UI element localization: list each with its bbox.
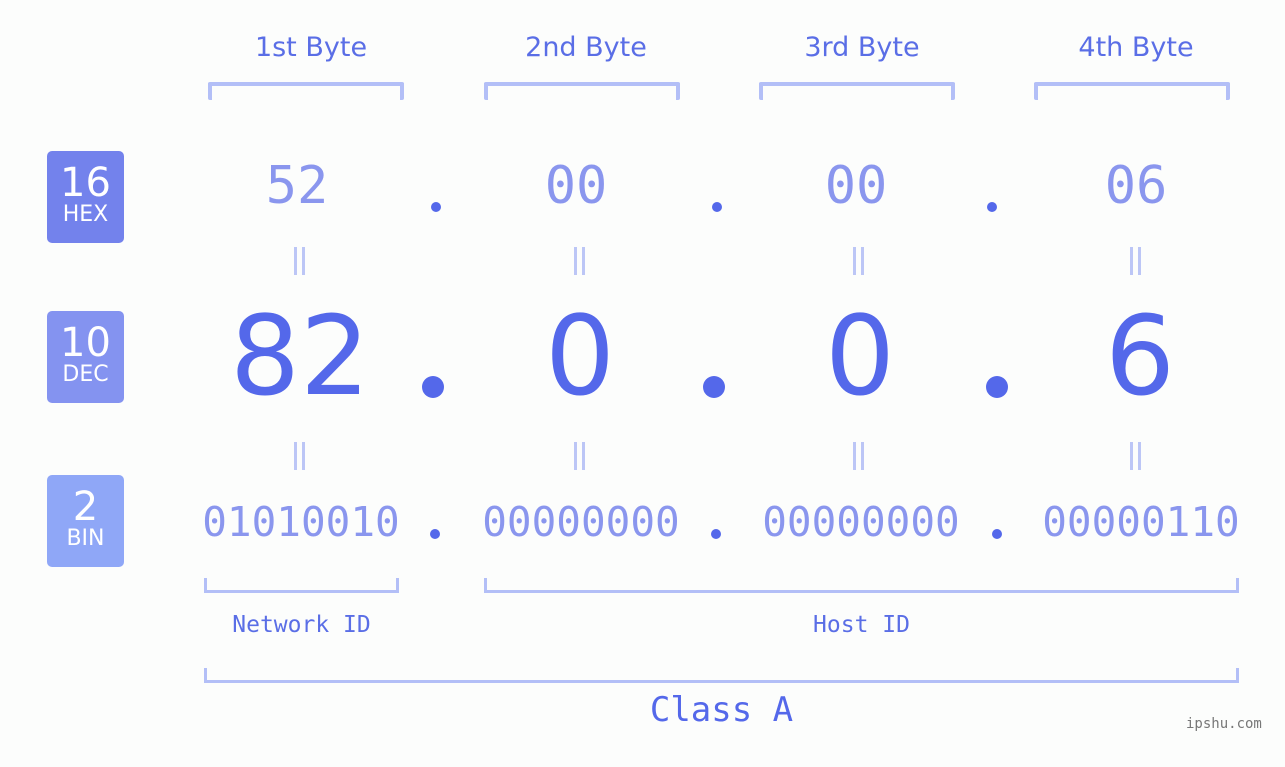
dec-byte-1: 82 (230, 292, 370, 420)
dec-separator-dot (703, 376, 725, 398)
byte-bracket-4 (1034, 82, 1230, 100)
equals-icon (851, 442, 865, 470)
hex-separator-dot (712, 202, 722, 212)
dec-separator-dot (986, 376, 1008, 398)
dec-base-number: 10 (60, 320, 111, 366)
hex-byte-2: 00 (544, 156, 608, 216)
dec-base-label: DEC (62, 362, 109, 387)
hex-byte-1: 52 (265, 156, 329, 216)
dec-separator-dot (422, 376, 444, 398)
equals-icon (572, 442, 586, 470)
hex-byte-3: 00 (824, 156, 888, 216)
equals-icon (292, 442, 306, 470)
equals-icon (292, 247, 306, 275)
byte-header-3: 3rd Byte (804, 32, 920, 63)
equals-icon (1128, 442, 1142, 470)
network-id-bracket (204, 578, 399, 593)
byte-bracket-2 (484, 82, 680, 100)
hex-byte-4: 06 (1104, 156, 1168, 216)
byte-header-1: 1st Byte (254, 32, 368, 63)
bin-separator-dot (992, 529, 1002, 539)
byte-header-4: 4th Byte (1078, 32, 1194, 63)
bin-separator-dot (430, 529, 440, 539)
equals-icon (1128, 247, 1142, 275)
bin-badge: 2 BIN (47, 475, 124, 567)
dec-byte-3: 0 (825, 292, 895, 420)
hex-base-label: HEX (62, 202, 109, 227)
hex-badge: 16 HEX (47, 151, 124, 243)
byte-header-2: 2nd Byte (525, 32, 647, 63)
class-bracket (204, 668, 1239, 683)
dec-byte-2: 0 (545, 292, 615, 420)
host-id-bracket (484, 578, 1239, 593)
bin-separator-dot (711, 529, 721, 539)
bin-byte-3: 00000000 (762, 498, 960, 546)
equals-icon (851, 247, 865, 275)
bin-byte-1: 01010010 (202, 498, 400, 546)
bin-byte-2: 00000000 (482, 498, 680, 546)
hex-separator-dot (431, 202, 441, 212)
hex-base-number: 16 (60, 160, 111, 206)
hex-separator-dot (987, 202, 997, 212)
bin-base-number: 2 (72, 484, 99, 530)
dec-badge: 10 DEC (47, 311, 124, 403)
dec-byte-4: 6 (1105, 292, 1175, 420)
bin-byte-4: 00000110 (1042, 498, 1240, 546)
watermark: ipshu.com (1186, 716, 1262, 732)
host-id-label: Host ID (813, 612, 910, 638)
equals-icon (572, 247, 586, 275)
bin-base-label: BIN (66, 526, 105, 551)
class-label: Class A (649, 690, 794, 730)
network-id-label: Network ID (232, 612, 371, 638)
byte-bracket-1 (208, 82, 404, 100)
byte-bracket-3 (759, 82, 955, 100)
